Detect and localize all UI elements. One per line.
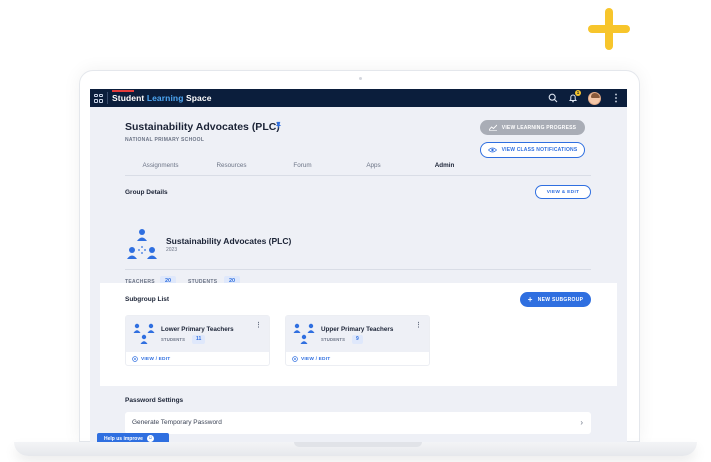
kebab-menu-icon[interactable]: ⋮ <box>415 321 422 329</box>
subgroup-count: 11 <box>192 335 206 344</box>
view-class-notifications-button[interactable]: VIEW CLASS NOTIFICATIONS <box>480 142 585 158</box>
group-year: 2023 <box>166 247 178 253</box>
view-learning-progress-label: VIEW LEARNING PROGRESS <box>501 124 577 131</box>
avatar[interactable] <box>588 91 601 105</box>
subgroup-name: Lower Primary Teachers <box>161 326 234 333</box>
subgroup-view-edit-link[interactable]: VIEW / EDIT <box>292 356 330 362</box>
eye-icon <box>132 356 138 362</box>
camera-dot <box>359 77 362 80</box>
brand-part-2: Learning <box>146 93 184 103</box>
subgroup-tile-upper[interactable]: Upper Primary Teachers STUDENTS 9 ⋮ VIEW… <box>285 315 430 366</box>
plus-decoration-icon <box>588 8 630 50</box>
view-edit-button[interactable]: VIEW & EDIT <box>535 185 591 199</box>
view-learning-progress-button[interactable]: VIEW LEARNING PROGRESS <box>480 120 585 135</box>
top-navbar: Student Learning Space 1 ⋮ <box>90 89 627 107</box>
subgroup-name: Upper Primary Teachers <box>321 326 394 333</box>
header-card: Sustainability Advocates (PLC) NATIONAL … <box>100 107 617 286</box>
feedback-icon: ☺ <box>146 435 154 442</box>
password-settings-card: Password Settings Generate Temporary Pas… <box>100 386 617 442</box>
subgroup-icon <box>293 323 315 344</box>
group-icon <box>127 229 157 259</box>
plus-icon: + <box>527 294 533 304</box>
tab-forum[interactable]: Forum <box>267 160 338 175</box>
group-details-heading: Group Details <box>125 189 168 196</box>
notification-badge: 1 <box>575 90 581 96</box>
view-class-notifications-label: VIEW CLASS NOTIFICATIONS <box>501 147 578 153</box>
kebab-menu-icon[interactable]: ⋮ <box>255 321 262 329</box>
nav-divider <box>107 92 108 104</box>
new-subgroup-label: NEW SUBGROUP <box>537 296 584 303</box>
subgroup-count: 9 <box>352 335 363 344</box>
page-content: Sustainability Advocates (PLC) NATIONAL … <box>100 107 617 286</box>
stage: Student Learning Space 1 ⋮ Sustainabilit… <box>0 0 711 462</box>
tab-admin[interactable]: Admin <box>409 160 480 176</box>
group-name: Sustainability Advocates (PLC) <box>166 236 292 246</box>
nav-actions: 1 ⋮ <box>548 90 621 105</box>
password-settings-heading: Password Settings <box>125 397 184 404</box>
screen: Student Learning Space 1 ⋮ Sustainabilit… <box>90 89 627 442</box>
chevron-right-icon: › <box>580 418 583 427</box>
subgroup-list-heading: Subgroup List <box>125 296 170 303</box>
tab-assignments[interactable]: Assignments <box>125 160 196 175</box>
pin-icon[interactable] <box>274 121 283 130</box>
subgroup-view-edit-label: VIEW / EDIT <box>141 356 171 362</box>
tab-resources[interactable]: Resources <box>196 160 267 175</box>
subgroup-view-edit-label: VIEW / EDIT <box>301 356 331 362</box>
chart-line-icon <box>488 124 497 131</box>
brand-logo[interactable]: Student Learning Space <box>112 90 212 103</box>
subgroup-students-label: STUDENTS <box>161 337 186 342</box>
apps-grid-icon[interactable] <box>94 93 103 103</box>
brand-part-3: Space <box>185 93 212 103</box>
details-divider <box>125 269 591 270</box>
generate-temporary-password-row[interactable]: Generate Temporary Password › <box>125 412 591 434</box>
subgroup-view-edit-link[interactable]: VIEW / EDIT <box>132 356 170 362</box>
help-label: Help us improve <box>104 435 143 442</box>
tab-bar: Assignments Resources Forum Apps Admin <box>125 160 481 176</box>
search-icon[interactable] <box>548 93 558 103</box>
eye-icon <box>487 147 497 153</box>
tabs-divider <box>125 175 591 176</box>
kebab-menu-icon[interactable]: ⋮ <box>611 93 621 104</box>
generate-temporary-password-label: Generate Temporary Password <box>132 419 222 426</box>
subgroup-icon <box>133 323 155 344</box>
bell-icon[interactable]: 1 <box>568 90 581 103</box>
help-us-improve-button[interactable]: Help us improve ☺ <box>97 433 169 442</box>
subgroup-card: Subgroup List + NEW SUBGROUP Lower Prima… <box>100 283 617 386</box>
subgroup-students-label: STUDENTS <box>321 337 346 342</box>
subgroup-tile-lower[interactable]: Lower Primary Teachers STUDENTS 11 ⋮ VIE… <box>125 315 270 366</box>
laptop-notch <box>294 442 422 447</box>
eye-icon <box>292 356 298 362</box>
brand-part-1: Student <box>112 93 145 103</box>
page-title: Sustainability Advocates (PLC) <box>125 121 280 133</box>
new-subgroup-button[interactable]: + NEW SUBGROUP <box>520 292 591 307</box>
tab-apps[interactable]: Apps <box>338 160 409 175</box>
school-name: NATIONAL PRIMARY SCHOOL <box>125 137 205 143</box>
